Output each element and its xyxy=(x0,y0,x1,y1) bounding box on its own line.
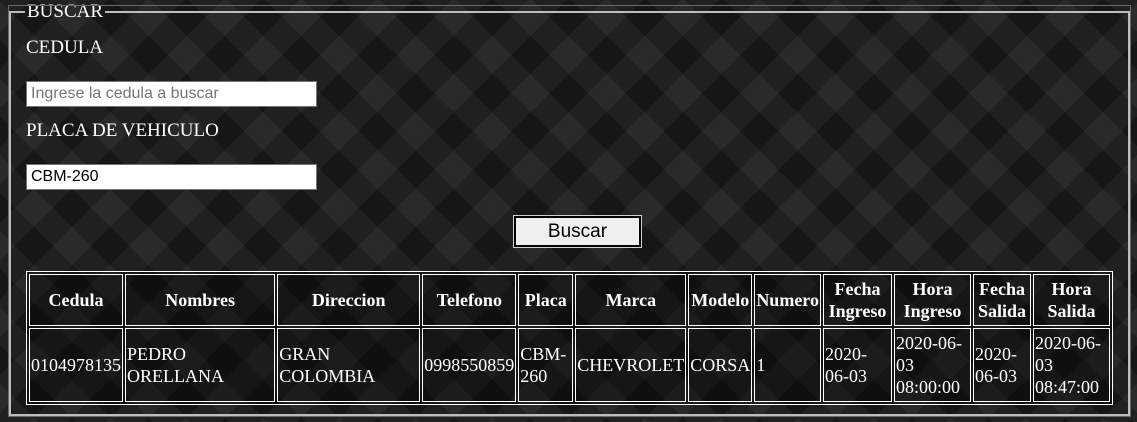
table-row: 0104978135 PEDRO ORELLANA GRAN COLOMBIA … xyxy=(29,328,1110,402)
header-marca: Marca xyxy=(575,274,687,326)
cell-modelo: CORSA xyxy=(688,328,753,402)
header-fecha-salida: Fecha Salida xyxy=(973,274,1031,326)
cell-fecha-salida: 2020-06-03 xyxy=(973,328,1031,402)
cell-telefono: 0998550859 xyxy=(422,328,517,402)
cedula-input[interactable] xyxy=(26,81,317,107)
cell-fecha-ingreso: 2020-06-03 xyxy=(823,328,892,402)
header-fecha-ingreso: Fecha Ingreso xyxy=(823,274,892,326)
header-nombres: Nombres xyxy=(125,274,276,326)
cell-direccion: GRAN COLOMBIA xyxy=(277,328,421,402)
cell-marca: CHEVROLET xyxy=(575,328,687,402)
header-modelo: Modelo xyxy=(688,274,753,326)
placa-label: PLACA DE VEHICULO xyxy=(26,120,219,141)
header-row: Cedula Nombres Direccion Telefono Placa … xyxy=(29,274,1110,326)
cell-hora-ingreso: 2020-06-03 08:00:00 xyxy=(894,328,971,402)
header-hora-salida: Hora Salida xyxy=(1033,274,1110,326)
header-direccion: Direccion xyxy=(277,274,421,326)
search-legend: BUSCAR xyxy=(27,1,104,22)
header-hora-ingreso: Hora Ingreso xyxy=(894,274,971,326)
cedula-label: CEDULA xyxy=(26,37,104,58)
results-table: Cedula Nombres Direccion Telefono Placa … xyxy=(26,271,1113,405)
cell-numero: 1 xyxy=(754,328,821,402)
header-placa: Placa xyxy=(518,274,574,326)
placa-input[interactable] xyxy=(26,164,317,190)
header-telefono: Telefono xyxy=(422,274,517,326)
header-numero: Numero xyxy=(754,274,821,326)
cell-hora-salida: 2020-06-03 08:47:00 xyxy=(1033,328,1110,402)
header-cedula: Cedula xyxy=(29,274,123,326)
cell-placa: CBM-260 xyxy=(518,328,574,402)
cell-nombres: PEDRO ORELLANA xyxy=(125,328,276,402)
buscar-button[interactable]: Buscar xyxy=(514,216,641,247)
cell-cedula: 0104978135 xyxy=(29,328,123,402)
